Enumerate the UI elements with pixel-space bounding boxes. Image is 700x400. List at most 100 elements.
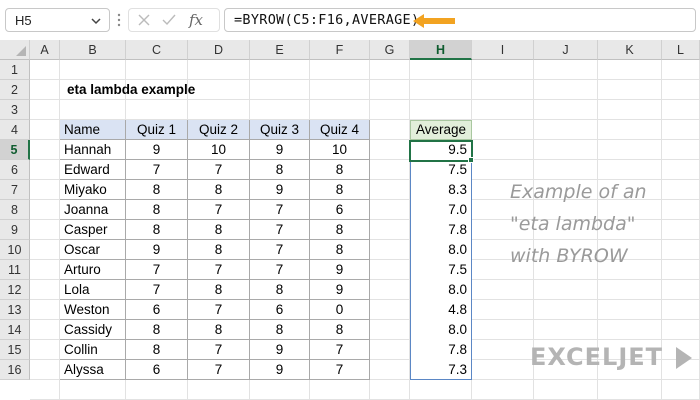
score-cell[interactable]: 8 bbox=[126, 200, 188, 220]
chevron-down-icon[interactable] bbox=[89, 14, 103, 28]
row-header[interactable]: 14 bbox=[0, 320, 30, 340]
column-header[interactable]: A bbox=[30, 40, 60, 60]
score-cell[interactable]: 7 bbox=[126, 160, 188, 180]
average-cell[interactable]: 7.8 bbox=[410, 220, 472, 240]
row-header[interactable]: 7 bbox=[0, 180, 30, 200]
name-cell[interactable]: Hannah bbox=[60, 140, 126, 160]
score-cell[interactable]: 8 bbox=[250, 280, 310, 300]
score-cell[interactable]: 7 bbox=[126, 280, 188, 300]
average-cell[interactable]: 8.0 bbox=[410, 280, 472, 300]
row-header[interactable]: 4 bbox=[0, 120, 30, 140]
score-cell[interactable]: 9 bbox=[250, 180, 310, 200]
row-header[interactable]: 9 bbox=[0, 220, 30, 240]
table-header-cell[interactable]: Quiz 3 bbox=[250, 120, 310, 140]
name-cell[interactable]: Arturo bbox=[60, 260, 126, 280]
row-header[interactable]: 16 bbox=[0, 360, 30, 380]
row-header[interactable]: 6 bbox=[0, 160, 30, 180]
table-header-cell[interactable]: Quiz 2 bbox=[188, 120, 250, 140]
score-cell[interactable]: 9 bbox=[250, 360, 310, 380]
name-cell[interactable]: Miyako bbox=[60, 180, 126, 200]
score-cell[interactable]: 7 bbox=[310, 340, 370, 360]
row-header[interactable]: 8 bbox=[0, 200, 30, 220]
column-header[interactable]: I bbox=[472, 40, 534, 60]
score-cell[interactable]: 8 bbox=[188, 220, 250, 240]
column-header[interactable]: C bbox=[126, 40, 188, 60]
score-cell[interactable]: 8 bbox=[310, 220, 370, 240]
name-box[interactable]: H5 bbox=[5, 8, 110, 32]
insert-function-button[interactable]: fx bbox=[189, 11, 203, 29]
row-header[interactable]: 3 bbox=[0, 100, 30, 120]
score-cell[interactable]: 9 bbox=[250, 340, 310, 360]
row-header[interactable]: 12 bbox=[0, 280, 30, 300]
score-cell[interactable]: 6 bbox=[126, 360, 188, 380]
score-cell[interactable]: 6 bbox=[126, 300, 188, 320]
name-cell[interactable]: Collin bbox=[60, 340, 126, 360]
score-cell[interactable]: 9 bbox=[126, 140, 188, 160]
score-cell[interactable]: 10 bbox=[310, 140, 370, 160]
score-cell[interactable]: 7 bbox=[188, 260, 250, 280]
score-cell[interactable]: 8 bbox=[126, 340, 188, 360]
average-cell[interactable]: 7.3 bbox=[410, 360, 472, 380]
average-cell[interactable]: 8.0 bbox=[410, 240, 472, 260]
score-cell[interactable]: 7 bbox=[188, 300, 250, 320]
enter-check-icon[interactable] bbox=[161, 13, 177, 27]
name-cell[interactable]: Cassidy bbox=[60, 320, 126, 340]
column-header[interactable]: B bbox=[60, 40, 126, 60]
name-cell[interactable]: Lola bbox=[60, 280, 126, 300]
score-cell[interactable]: 9 bbox=[126, 240, 188, 260]
cancel-icon[interactable] bbox=[137, 13, 151, 27]
average-header[interactable]: Average bbox=[410, 120, 472, 140]
score-cell[interactable]: 0 bbox=[310, 300, 370, 320]
score-cell[interactable]: 8 bbox=[126, 320, 188, 340]
score-cell[interactable]: 8 bbox=[310, 160, 370, 180]
more-options-icon[interactable] bbox=[116, 12, 122, 28]
score-cell[interactable]: 8 bbox=[188, 180, 250, 200]
score-cell[interactable]: 9 bbox=[310, 260, 370, 280]
row-header[interactable]: 11 bbox=[0, 260, 30, 280]
score-cell[interactable]: 7 bbox=[250, 240, 310, 260]
column-header[interactable]: J bbox=[534, 40, 598, 60]
score-cell[interactable]: 9 bbox=[250, 140, 310, 160]
name-cell[interactable]: Alyssa bbox=[60, 360, 126, 380]
score-cell[interactable]: 6 bbox=[310, 200, 370, 220]
score-cell[interactable]: 8 bbox=[188, 280, 250, 300]
row-header[interactable]: 1 bbox=[0, 60, 30, 80]
average-cell[interactable]: 8.3 bbox=[410, 180, 472, 200]
score-cell[interactable]: 7 bbox=[250, 260, 310, 280]
table-header-cell[interactable]: Quiz 4 bbox=[310, 120, 370, 140]
score-cell[interactable]: 7 bbox=[310, 360, 370, 380]
name-cell[interactable]: Oscar bbox=[60, 240, 126, 260]
column-header[interactable]: F bbox=[310, 40, 370, 60]
row-header[interactable]: 10 bbox=[0, 240, 30, 260]
score-cell[interactable]: 8 bbox=[188, 320, 250, 340]
name-cell[interactable]: Joanna bbox=[60, 200, 126, 220]
row-header[interactable]: 15 bbox=[0, 340, 30, 360]
score-cell[interactable]: 9 bbox=[310, 280, 370, 300]
select-all-corner[interactable] bbox=[0, 40, 30, 60]
average-cell[interactable]: 7.5 bbox=[410, 260, 472, 280]
fill-handle[interactable] bbox=[468, 157, 474, 163]
average-cell[interactable]: 8.0 bbox=[410, 320, 472, 340]
score-cell[interactable]: 8 bbox=[250, 320, 310, 340]
average-cell[interactable]: 7.5 bbox=[410, 160, 472, 180]
score-cell[interactable]: 7 bbox=[188, 340, 250, 360]
score-cell[interactable]: 8 bbox=[310, 180, 370, 200]
formula-input[interactable]: =BYROW(C5:F16,AVERAGE) bbox=[224, 8, 696, 32]
score-cell[interactable]: 8 bbox=[310, 240, 370, 260]
column-header[interactable]: H bbox=[410, 40, 472, 60]
score-cell[interactable]: 7 bbox=[250, 220, 310, 240]
column-header[interactable]: K bbox=[598, 40, 662, 60]
score-cell[interactable]: 6 bbox=[250, 300, 310, 320]
row-header[interactable]: 2 bbox=[0, 80, 30, 100]
name-cell[interactable]: Casper bbox=[60, 220, 126, 240]
score-cell[interactable]: 8 bbox=[126, 180, 188, 200]
column-header[interactable]: G bbox=[370, 40, 410, 60]
average-cell[interactable]: 4.8 bbox=[410, 300, 472, 320]
table-header-cell[interactable]: Quiz 1 bbox=[126, 120, 188, 140]
column-header[interactable]: E bbox=[250, 40, 310, 60]
score-cell[interactable]: 8 bbox=[250, 160, 310, 180]
average-cell[interactable]: 7.8 bbox=[410, 340, 472, 360]
score-cell[interactable]: 7 bbox=[188, 360, 250, 380]
average-cell[interactable]: 7.0 bbox=[410, 200, 472, 220]
score-cell[interactable]: 7 bbox=[188, 200, 250, 220]
